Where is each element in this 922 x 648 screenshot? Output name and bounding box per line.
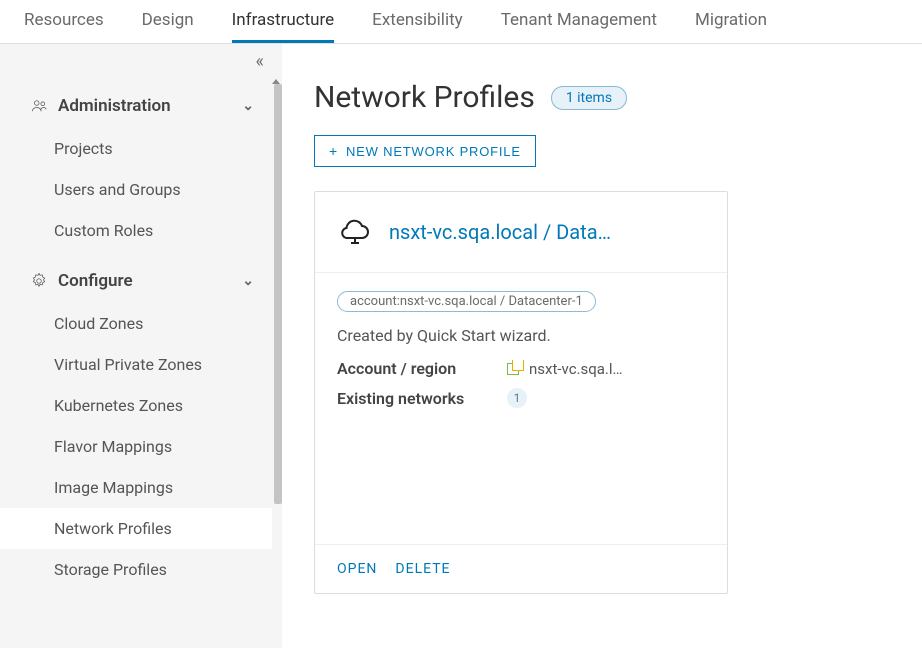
chevron-down-icon: ⌄ xyxy=(242,273,254,289)
sidebar-item-cloud-zones[interactable]: Cloud Zones xyxy=(0,303,272,344)
tab-design[interactable]: Design xyxy=(142,0,194,43)
chevron-double-left-icon: « xyxy=(256,51,264,72)
network-profile-card: nsxt-vc.sqa.local / Data… account:nsxt-v… xyxy=(314,191,728,594)
sidebar-header-label: Configure xyxy=(58,271,133,291)
card-title-link[interactable]: nsxt-vc.sqa.local / Data… xyxy=(389,220,611,244)
card-header: nsxt-vc.sqa.local / Data… xyxy=(315,192,727,273)
page-title: Network Profiles xyxy=(314,80,535,115)
sidebar-header-administration[interactable]: Administration ⌄ xyxy=(0,84,272,128)
sidebar-item-storage-profiles[interactable]: Storage Profiles xyxy=(0,549,272,590)
gear-icon xyxy=(30,272,48,290)
sidebar-item-projects[interactable]: Projects xyxy=(0,128,272,169)
page-heading: Network Profiles 1 items xyxy=(314,80,894,115)
sidebar-item-flavor-mappings[interactable]: Flavor Mappings xyxy=(0,426,272,467)
account-region-row: Account / region nsxt-vc.sqa.l… xyxy=(337,359,705,378)
sidebar-item-network-profiles[interactable]: Network Profiles xyxy=(0,508,272,549)
tab-infrastructure[interactable]: Infrastructure xyxy=(232,0,335,43)
card-description: Created by Quick Start wizard. xyxy=(337,326,705,345)
chevron-down-icon: ⌄ xyxy=(242,98,254,114)
sidebar-item-image-mappings[interactable]: Image Mappings xyxy=(0,467,272,508)
sidebar-item-custom-roles[interactable]: Custom Roles xyxy=(0,210,272,251)
delete-button[interactable]: DELETE xyxy=(395,561,450,577)
sidebar-header-configure[interactable]: Configure ⌄ xyxy=(0,259,272,303)
cloud-icon xyxy=(337,214,373,250)
account-region-value: nsxt-vc.sqa.l… xyxy=(507,360,623,378)
account-region-text: nsxt-vc.sqa.l… xyxy=(529,360,623,378)
card-body: account:nsxt-vc.sqa.local / Datacenter-1… xyxy=(315,273,727,544)
tab-resources[interactable]: Resources xyxy=(24,0,104,43)
existing-networks-count: 1 xyxy=(507,388,527,408)
tab-tenant-management[interactable]: Tenant Management xyxy=(501,0,657,43)
users-group-icon xyxy=(30,97,48,115)
existing-networks-row: Existing networks 1 xyxy=(337,388,705,408)
sidebar-item-kubernetes-zones[interactable]: Kubernetes Zones xyxy=(0,385,272,426)
plus-icon: + xyxy=(329,143,338,159)
top-tabs: Resources Design Infrastructure Extensib… xyxy=(0,0,922,44)
new-network-profile-button[interactable]: + NEW NETWORK PROFILE xyxy=(314,135,536,167)
existing-networks-label: Existing networks xyxy=(337,389,507,408)
open-button[interactable]: OPEN xyxy=(337,561,377,577)
card-actions: OPEN DELETE xyxy=(315,544,727,593)
item-count-badge: 1 items xyxy=(551,86,627,110)
new-button-label: NEW NETWORK PROFILE xyxy=(346,144,521,159)
main-layout: « Administration ⌄ Projects Users and Gr… xyxy=(0,44,922,648)
sidebar-header-label: Administration xyxy=(58,96,171,116)
sidebar: « Administration ⌄ Projects Users and Gr… xyxy=(0,44,282,648)
account-region-label: Account / region xyxy=(337,359,507,378)
content-area: Network Profiles 1 items + NEW NETWORK P… xyxy=(282,44,922,648)
sidebar-scrollbar-track[interactable] xyxy=(272,78,282,648)
tab-extensibility[interactable]: Extensibility xyxy=(372,0,463,43)
tab-migration[interactable]: Migration xyxy=(695,0,767,43)
sidebar-scrollbar-thumb[interactable] xyxy=(274,84,282,504)
sidebar-item-virtual-private-zones[interactable]: Virtual Private Zones xyxy=(0,344,272,385)
account-tag: account:nsxt-vc.sqa.local / Datacenter-1 xyxy=(337,291,596,312)
vsphere-icon xyxy=(507,361,523,377)
sidebar-item-users-groups[interactable]: Users and Groups xyxy=(0,169,272,210)
sidebar-collapse-button[interactable]: « xyxy=(0,44,282,78)
